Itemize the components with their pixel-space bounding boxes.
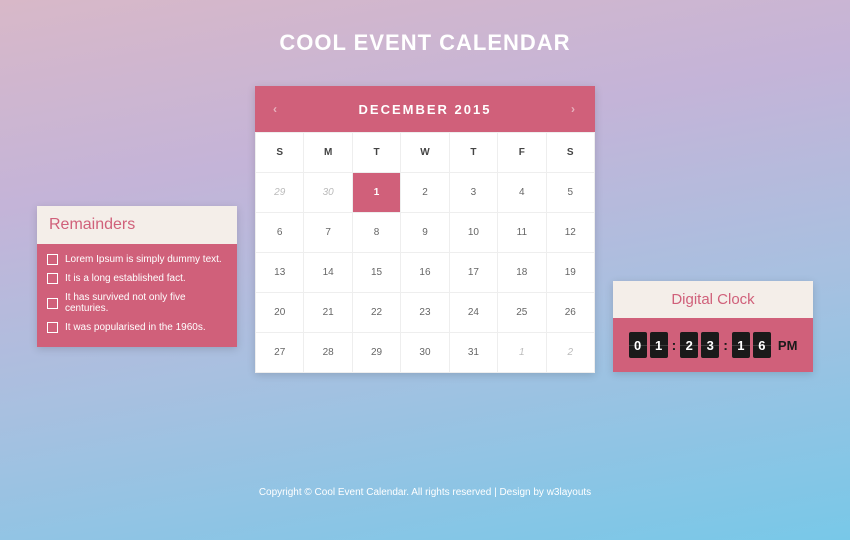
remainder-text: It was popularised in the 1960s.: [65, 322, 206, 333]
clock-colon: :: [722, 337, 729, 353]
calendar-day[interactable]: 2: [546, 333, 594, 373]
calendar-week: 13141516171819: [256, 253, 595, 293]
calendar-day[interactable]: 22: [352, 293, 400, 333]
clock-digit: 0: [629, 332, 647, 358]
clock-digit: 6: [753, 332, 771, 358]
checkbox-icon[interactable]: [47, 298, 58, 309]
remainder-text: It has survived not only five centuries.: [65, 292, 227, 314]
next-month-button[interactable]: ›: [567, 98, 581, 120]
calendar-day[interactable]: 3: [449, 173, 497, 213]
list-item[interactable]: Lorem Ipsum is simply dummy text.: [47, 250, 227, 269]
footer-link[interactable]: w3layouts: [547, 487, 591, 498]
footer-copyright: Copyright © Cool Event Calendar. All rig…: [259, 487, 547, 498]
clock-colon: :: [671, 337, 678, 353]
calendar-day[interactable]: 4: [498, 173, 546, 213]
weekday-header: F: [498, 133, 546, 173]
calendar-day[interactable]: 30: [304, 173, 352, 213]
list-item[interactable]: It was popularised in the 1960s.: [47, 318, 227, 337]
calendar-day[interactable]: 8: [352, 213, 400, 253]
month-label: December 2015: [359, 102, 492, 117]
weekday-header: T: [449, 133, 497, 173]
calendar-day[interactable]: 13: [256, 253, 304, 293]
calendar-weekdays: SMTWTFS: [256, 133, 595, 173]
remainder-text: It is a long established fact.: [65, 273, 186, 284]
calendar-day[interactable]: 11: [498, 213, 546, 253]
calendar-day[interactable]: 6: [256, 213, 304, 253]
clock-body: 0 1 : 2 3 : 1 6 PM: [613, 318, 813, 372]
clock-digit: 1: [732, 332, 750, 358]
calendar-grid: SMTWTFS 29301234567891011121314151617181…: [255, 132, 595, 373]
list-item[interactable]: It is a long established fact.: [47, 269, 227, 288]
calendar-week: 6789101112: [256, 213, 595, 253]
weekday-header: W: [401, 133, 449, 173]
calendar-day[interactable]: 1: [352, 173, 400, 213]
calendar-week: 293012345: [256, 173, 595, 213]
clock-title: Digital Clock: [613, 281, 813, 318]
clock-ampm: PM: [778, 338, 798, 353]
calendar-day[interactable]: 31: [449, 333, 497, 373]
calendar-day[interactable]: 17: [449, 253, 497, 293]
clock-digit: 1: [650, 332, 668, 358]
checkbox-icon[interactable]: [47, 254, 58, 265]
calendar-day[interactable]: 29: [352, 333, 400, 373]
clock-digit: 3: [701, 332, 719, 358]
calendar-day[interactable]: 5: [546, 173, 594, 213]
calendar-day[interactable]: 21: [304, 293, 352, 333]
calendar-day[interactable]: 26: [546, 293, 594, 333]
weekday-header: M: [304, 133, 352, 173]
calendar-day[interactable]: 16: [401, 253, 449, 293]
calendar-day[interactable]: 23: [401, 293, 449, 333]
calendar-day[interactable]: 27: [256, 333, 304, 373]
calendar-day[interactable]: 24: [449, 293, 497, 333]
remainder-text: Lorem Ipsum is simply dummy text.: [65, 254, 222, 265]
calendar-day[interactable]: 19: [546, 253, 594, 293]
calendar-header: ‹ December 2015 ›: [255, 86, 595, 132]
calendar-day[interactable]: 7: [304, 213, 352, 253]
remainders-title: Remainders: [37, 206, 237, 244]
calendar-day[interactable]: 1: [498, 333, 546, 373]
checkbox-icon[interactable]: [47, 273, 58, 284]
prev-month-button[interactable]: ‹: [269, 98, 283, 120]
calendar-day[interactable]: 10: [449, 213, 497, 253]
weekday-header: S: [546, 133, 594, 173]
calendar-day[interactable]: 15: [352, 253, 400, 293]
checkbox-icon[interactable]: [47, 322, 58, 333]
calendar-body: 2930123456789101112131415161718192021222…: [256, 173, 595, 373]
calendar-day[interactable]: 9: [401, 213, 449, 253]
calendar-panel: ‹ December 2015 › SMTWTFS 29301234567891…: [255, 86, 595, 373]
weekday-header: T: [352, 133, 400, 173]
calendar-week: 272829303112: [256, 333, 595, 373]
list-item[interactable]: It has survived not only five centuries.: [47, 288, 227, 318]
remainders-list: Lorem Ipsum is simply dummy text. It is …: [37, 244, 237, 347]
page-title: COOL EVENT CALENDAR: [0, 0, 850, 56]
calendar-day[interactable]: 2: [401, 173, 449, 213]
remainders-panel: Remainders Lorem Ipsum is simply dummy t…: [37, 206, 237, 347]
clock-digit: 2: [680, 332, 698, 358]
calendar-day[interactable]: 25: [498, 293, 546, 333]
calendar-day[interactable]: 14: [304, 253, 352, 293]
calendar-day[interactable]: 20: [256, 293, 304, 333]
calendar-day[interactable]: 29: [256, 173, 304, 213]
calendar-day[interactable]: 30: [401, 333, 449, 373]
main-content: Remainders Lorem Ipsum is simply dummy t…: [0, 86, 850, 373]
clock-panel: Digital Clock 0 1 : 2 3 : 1 6 PM: [613, 281, 813, 372]
calendar-day[interactable]: 18: [498, 253, 546, 293]
footer: Copyright © Cool Event Calendar. All rig…: [0, 487, 850, 498]
weekday-header: S: [256, 133, 304, 173]
calendar-week: 20212223242526: [256, 293, 595, 333]
calendar-day[interactable]: 12: [546, 213, 594, 253]
calendar-day[interactable]: 28: [304, 333, 352, 373]
